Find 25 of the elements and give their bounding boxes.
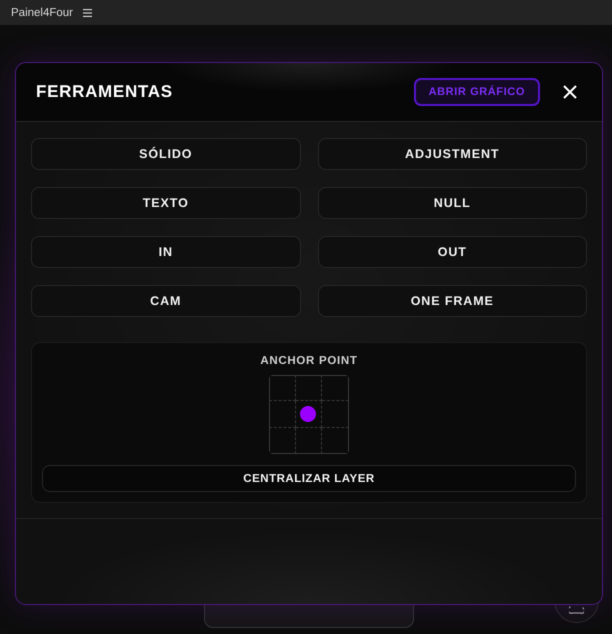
anchor-label: ANCHOR POINT — [260, 354, 358, 368]
anchor-cell[interactable] — [296, 375, 322, 402]
menu-icon[interactable] — [83, 8, 92, 16]
close-icon[interactable] — [563, 85, 577, 99]
tool-button[interactable]: OUT — [318, 236, 587, 268]
app-title: Painel4Four — [11, 6, 74, 18]
anchor-cell[interactable] — [269, 428, 296, 454]
tool-button[interactable]: NULL — [318, 187, 587, 219]
anchor-cell[interactable] — [322, 401, 349, 428]
tool-button[interactable]: ADJUSTMENT — [318, 138, 587, 170]
anchor-cell[interactable] — [322, 428, 349, 454]
center-layer-button[interactable]: CENTRALIZAR LAYER — [42, 465, 576, 492]
tool-button[interactable]: IN — [31, 236, 300, 268]
tool-button[interactable]: CAM — [31, 285, 300, 317]
dialog-title: FERRAMENTAS — [36, 82, 173, 102]
anchor-cell[interactable] — [269, 401, 296, 428]
tool-button[interactable]: ONE FRAME — [318, 285, 587, 317]
tool-button[interactable]: SÓLIDO — [31, 138, 300, 170]
anchor-cell[interactable] — [322, 375, 349, 402]
anchor-cell[interactable] — [296, 428, 322, 454]
cloud-icon — [569, 606, 584, 614]
anchor-dot-icon — [300, 406, 316, 422]
anchor-cell[interactable] — [296, 401, 322, 428]
anchor-cell[interactable] — [269, 375, 296, 402]
tool-button[interactable]: TEXTO — [31, 187, 300, 219]
